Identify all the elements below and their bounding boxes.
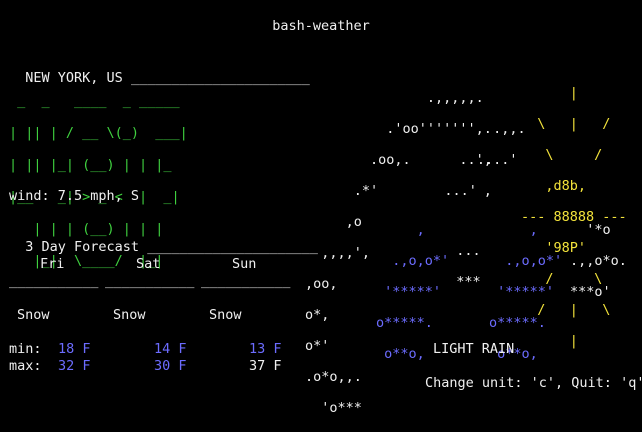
day-underline-sun: ___________	[201, 273, 291, 289]
min-temp-sat: 14 F	[154, 341, 187, 357]
rain-line: '*****'	[489, 283, 555, 300]
sun-line: \ /	[521, 146, 603, 163]
sun-line: ,d8b,	[521, 177, 587, 194]
big-temp-line: | || | / __ \(_) ___|	[9, 125, 188, 141]
day-condition-sun: Snow	[209, 307, 242, 323]
rain-line: o*****.	[489, 314, 546, 331]
max-temp-fri: 32 F	[58, 358, 91, 374]
day-condition-sat: Snow	[113, 307, 146, 323]
cloud-fragment-line: ***o'	[570, 283, 611, 300]
keyboard-help: Change unit: 'c', Quit: 'q'	[425, 375, 642, 391]
forecast-title: 3 Day Forecast	[25, 239, 140, 255]
app-title: bash-weather	[272, 18, 370, 34]
day-underline-fri: ___________	[9, 273, 99, 289]
cloud-line: .,,,,,.	[305, 89, 484, 106]
day-name-sat: Sat	[136, 256, 161, 272]
rain-line: ,	[489, 221, 538, 238]
rain-line: .,o,o*'	[489, 252, 563, 269]
sun-line: |	[521, 84, 578, 101]
big-temp-line: | || |_| (__) | | |_	[9, 157, 172, 173]
day-name-sun: Sun	[232, 256, 257, 272]
rain-line: '*****'	[376, 283, 442, 300]
rain-line: .,o,o*'	[376, 252, 450, 269]
wind-info: wind: 7.5 mph, S	[9, 188, 140, 204]
cloud-right-edge: .,,. ....' ...'	[420, 106, 526, 215]
max-temp-sun: 37 F	[249, 358, 282, 374]
rain-line: o*****.	[376, 314, 433, 331]
min-label: min:	[9, 341, 42, 357]
cloud-fragment-line: .,,o*o.	[570, 252, 627, 269]
min-temp-sun: 13 F	[249, 341, 282, 357]
cloud-edge-line: .,,.	[420, 120, 526, 137]
current-condition: LIGHT RAIN	[433, 341, 515, 357]
cloud-edge-line: ...'	[420, 182, 477, 199]
max-label: max:	[9, 358, 42, 374]
day-name-fri: Fri	[40, 256, 65, 272]
day-condition-fri: Snow	[17, 307, 50, 323]
rain-line: ,	[376, 221, 425, 238]
min-temp-fri: 18 F	[58, 341, 91, 357]
cloud-line: 'o***	[305, 399, 362, 416]
sun-line: \ | /	[521, 115, 611, 132]
forecast-title-underline: _____________________	[147, 239, 318, 255]
cloud-right-fragment: '*o .,,o*o. ***o'	[570, 207, 627, 316]
cloud-fragment-line: '*o	[570, 221, 611, 238]
forecast-heading: 3 Day Forecast _____________________	[9, 222, 318, 256]
big-temp-line: _ _ ____ _ _____	[9, 93, 180, 109]
day-underline-sat: ___________	[105, 273, 195, 289]
cloud-edge-line: ....'	[420, 151, 518, 168]
max-temp-sat: 30 F	[154, 358, 187, 374]
